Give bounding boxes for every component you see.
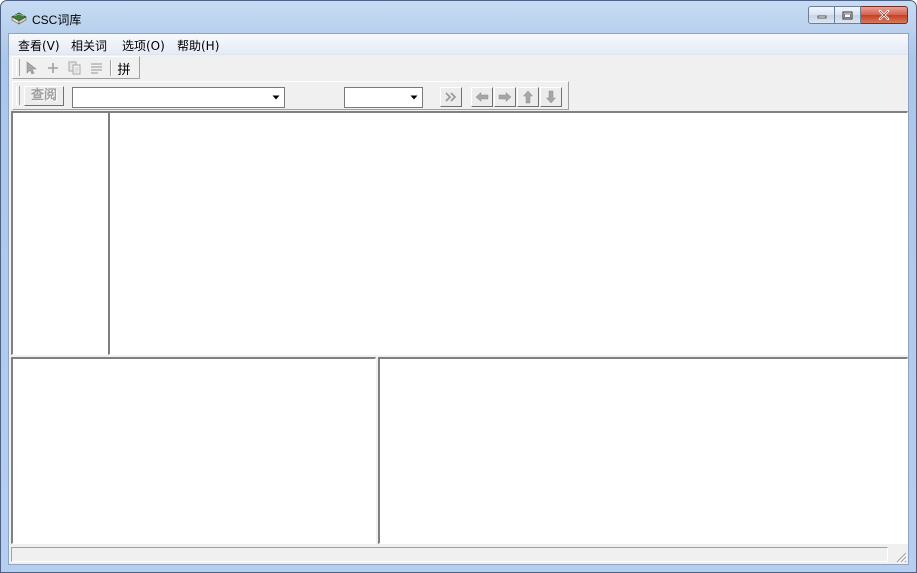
pointer-icon xyxy=(26,61,37,75)
chevron-down-icon xyxy=(410,95,417,100)
plus-icon xyxy=(48,63,58,73)
pointer-button[interactable] xyxy=(21,59,41,77)
down-button[interactable] xyxy=(540,87,562,107)
related-words-panel[interactable] xyxy=(11,357,376,544)
up-button[interactable] xyxy=(517,87,539,107)
caption-buttons xyxy=(808,6,908,25)
menu-bar: 查看(V) 相关词 选项(O) 帮助(H) xyxy=(9,34,908,55)
detail-panel[interactable] xyxy=(378,357,908,544)
copy-icon xyxy=(68,61,81,75)
toolbar-grip[interactable] xyxy=(16,59,20,76)
arrow-down-icon xyxy=(545,90,557,104)
arrow-right-icon xyxy=(498,91,512,103)
title-bar[interactable]: CSC词库 xyxy=(1,1,916,33)
minimize-icon xyxy=(817,15,826,19)
menu-options[interactable]: 选项(O) xyxy=(122,37,165,54)
copy-button[interactable] xyxy=(65,59,85,77)
double-chevron-right-icon xyxy=(445,92,457,102)
app-window: CSC词库 查看(V) 相关词 选项(O) 帮助(H) 拼 查阅 xyxy=(0,0,917,573)
go-button[interactable] xyxy=(440,87,462,107)
align-text-icon xyxy=(90,63,102,74)
add-button[interactable] xyxy=(43,59,63,77)
arrow-left-icon xyxy=(475,91,489,103)
close-button[interactable] xyxy=(861,6,908,24)
edit-toolbar: 拼 xyxy=(12,56,140,79)
window-title: CSC词库 xyxy=(32,13,82,27)
dictionary-combobox[interactable] xyxy=(344,87,423,108)
arrow-up-icon xyxy=(522,90,534,104)
resize-grip-icon[interactable] xyxy=(895,551,907,563)
status-pane xyxy=(11,547,888,562)
chevron-down-icon xyxy=(272,95,279,100)
status-bar xyxy=(9,545,908,564)
menu-help[interactable]: 帮助(H) xyxy=(177,37,219,54)
search-term-dropdown-button[interactable] xyxy=(268,89,283,106)
menu-related-words[interactable]: 相关词 xyxy=(71,37,107,54)
search-toolbar: 查阅 xyxy=(12,81,569,110)
pinyin-label: 拼 xyxy=(117,62,131,78)
align-text-button[interactable] xyxy=(86,59,106,77)
query-button[interactable]: 查阅 xyxy=(24,86,64,106)
minimize-button[interactable] xyxy=(808,6,835,24)
pinyin-button[interactable]: 拼 xyxy=(114,59,134,78)
forward-button[interactable] xyxy=(494,87,516,107)
maximize-icon xyxy=(842,11,853,19)
book-icon xyxy=(11,12,27,25)
word-list-panel[interactable] xyxy=(11,111,109,355)
client-area: 查看(V) 相关词 选项(O) 帮助(H) 拼 查阅 xyxy=(8,33,909,565)
maximize-button[interactable] xyxy=(835,6,861,24)
toolbar-grip[interactable] xyxy=(16,86,20,105)
back-button[interactable] xyxy=(471,87,493,107)
dictionary-dropdown-button[interactable] xyxy=(406,89,421,106)
close-icon xyxy=(878,10,890,20)
definition-panel[interactable] xyxy=(108,111,908,355)
menu-view[interactable]: 查看(V) xyxy=(18,37,60,54)
search-term-combobox[interactable] xyxy=(72,87,285,108)
toolbar-separator xyxy=(110,60,112,76)
